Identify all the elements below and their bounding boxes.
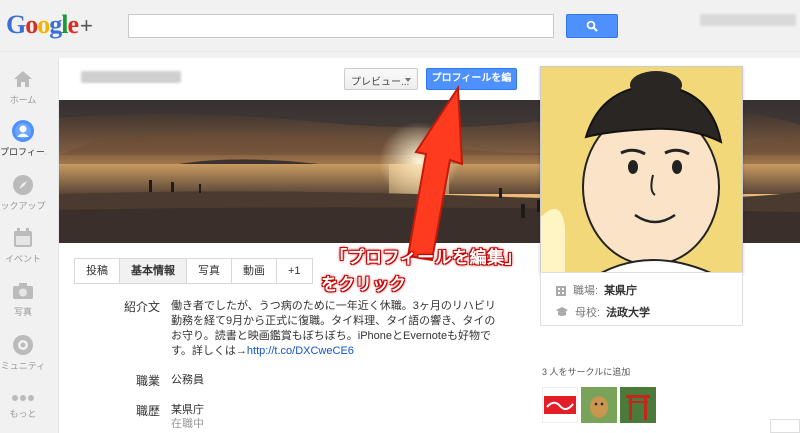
- school-value: 法政大学: [606, 307, 651, 319]
- school-label: 母校:: [575, 307, 601, 319]
- search-input[interactable]: [128, 14, 554, 38]
- nav-item-communities[interactable]: ミュニティ: [0, 334, 46, 372]
- tab-plusones[interactable]: +1: [277, 259, 312, 283]
- nav-label: ホーム: [9, 95, 37, 105]
- profile-tabs: 投稿 基本情報 写真 動画 +1: [74, 258, 313, 284]
- nav-label: ックアップ: [0, 201, 46, 211]
- building-icon: [556, 286, 566, 296]
- home-icon: [11, 68, 35, 90]
- profile-icon: [11, 120, 35, 142]
- left-navigation: ホーム プロフィール ックアップ イベント 写真 ミュニティ もっと: [0, 52, 46, 433]
- work-value: 某県庁: [604, 285, 638, 297]
- intro-text: 働き者でしたが、うつ病のために一年近く休職。3ヶ月のリハビリ勤務を経て9月から正…: [171, 299, 501, 359]
- occupation-label: 職業: [135, 374, 160, 388]
- nav-label: 写真: [13, 307, 32, 317]
- profile-name-blurred: [81, 71, 181, 83]
- profile-avatar: [541, 67, 742, 274]
- tab-photos[interactable]: 写真: [187, 259, 232, 283]
- dog-photo-icon: [581, 387, 617, 423]
- compass-icon: [11, 174, 35, 196]
- employment-status: 在職中: [171, 418, 204, 430]
- work-label: 職場:: [573, 285, 599, 297]
- school-row: 母校: 法政大学: [555, 304, 650, 320]
- annotation-arrow: [406, 84, 464, 262]
- google-plus-logo[interactable]: Google+: [6, 10, 93, 40]
- nav-item-events[interactable]: イベント: [0, 227, 46, 265]
- nav-label: もっと: [9, 409, 37, 419]
- nav-item-photos[interactable]: 写真: [0, 280, 46, 318]
- top-bar: Google+: [0, 0, 800, 52]
- tab-videos[interactable]: 動画: [232, 259, 277, 283]
- chat-corner[interactable]: [770, 419, 800, 433]
- employment-label: 職歴: [135, 404, 160, 418]
- circle-member-thumb[interactable]: [541, 386, 579, 424]
- profile-photo-card[interactable]: [540, 66, 743, 274]
- search-icon: [586, 20, 598, 32]
- nav-item-home[interactable]: ホーム: [0, 68, 46, 106]
- chevron-down-icon: [405, 78, 411, 82]
- calendar-icon: [11, 227, 35, 249]
- annotation-line2: をクリック: [321, 275, 406, 294]
- nav-label: ミュニティ: [0, 361, 46, 371]
- graduation-cap-icon: [556, 307, 568, 316]
- circles-count-label: 3 人をサークルに追加: [542, 367, 631, 377]
- cola-logo-icon: [541, 386, 579, 424]
- more-icon: [11, 392, 35, 404]
- nav-item-more[interactable]: もっと: [0, 392, 46, 420]
- nav-item-explore[interactable]: ックアップ: [0, 174, 46, 212]
- intro-link[interactable]: http://t.co/DXCweCE6: [247, 345, 354, 357]
- circle-member-thumb[interactable]: [581, 387, 617, 423]
- nav-item-profile[interactable]: プロフィール: [0, 120, 46, 158]
- account-name-blurred[interactable]: [700, 14, 796, 26]
- community-icon: [11, 334, 35, 356]
- occupation-value: 公務員: [171, 374, 204, 386]
- profile-card-info: 職場: 某県庁 母校: 法政大学: [540, 272, 743, 326]
- nav-label: プロフィール: [0, 147, 46, 157]
- circle-member-thumb[interactable]: [620, 387, 656, 423]
- tab-about[interactable]: 基本情報: [120, 259, 187, 283]
- shrine-photo-icon: [620, 387, 656, 423]
- intro-label: 紹介文: [123, 300, 160, 314]
- employment-value: 某県庁: [171, 404, 204, 416]
- nav-label: イベント: [4, 254, 41, 264]
- search-button[interactable]: [566, 14, 618, 38]
- tab-posts[interactable]: 投稿: [75, 259, 120, 283]
- work-row: 職場: 某県庁: [555, 282, 637, 298]
- camera-icon: [11, 280, 35, 302]
- annotation-line1: 「プロフィールを編集」: [330, 248, 523, 267]
